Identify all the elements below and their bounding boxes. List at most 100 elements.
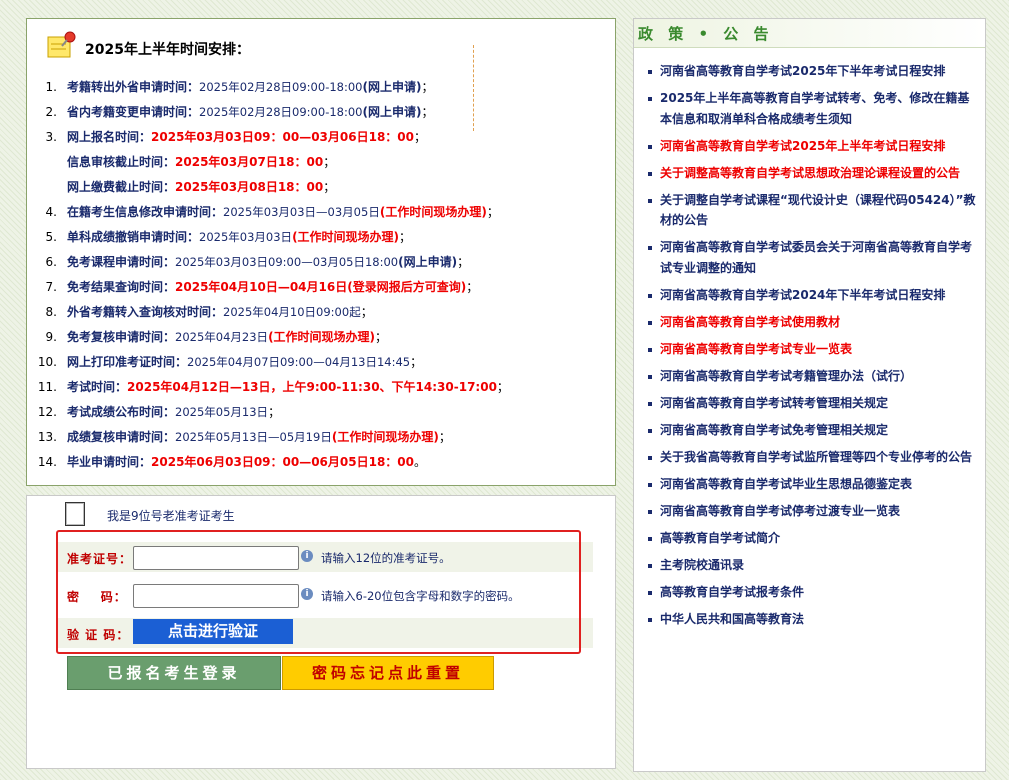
news-title: 政 策 • 公 告	[638, 25, 774, 43]
schedule-item-part: ；	[466, 280, 479, 294]
schedule-item-part: ；	[486, 205, 499, 219]
schedule-item-part: 网上打印准考证时间：	[67, 355, 188, 369]
captcha-label: 验 证 码：	[67, 628, 130, 642]
schedule-item: 8. 外省考籍转入查询核对时间：2025年04月10日09:00起；	[27, 300, 615, 325]
schedule-title: 2025年上半年时间安排：	[85, 42, 250, 58]
news-list: 河南省高等教育自学考试2025年下半年考试日程安排 2025年上半年高等教育自学考…	[646, 61, 976, 636]
news-link[interactable]: 关于我省高等教育自学考试监所管理等四个专业停考的公告	[646, 447, 976, 468]
news-link[interactable]: 河南省高等教育自学考试使用教材	[646, 312, 976, 333]
news-link[interactable]: 高等教育自学考试简介	[646, 528, 976, 549]
news-link[interactable]: 2025年上半年高等教育自学考试转考、免考、修改在籍基本信息和取消单科合格成绩考…	[646, 88, 976, 129]
schedule-item-text: 网上缴费截止时间：2025年03月08日18：00；	[67, 175, 335, 200]
schedule-item-part: (网上申请)	[362, 105, 422, 119]
schedule-item-part: 成绩复核申请时间：	[67, 430, 176, 444]
schedule-item-part: ；	[360, 305, 373, 319]
schedule-item-text: 免考复核申请时间：2025年04月23日(工作时间现场办理)；	[67, 325, 387, 350]
schedule-panel: 2025年上半年时间安排： 1. 考籍转出外省申请时间：2025年02月28日09…	[26, 18, 616, 486]
schedule-item-part: 单科成绩撤销申请时间：	[67, 230, 200, 244]
schedule-item-text: 网上报名时间：2025年03月03日09：00—03月06日18：00；	[67, 125, 426, 150]
schedule-item-part: 2025年05月13日—05月19日	[175, 430, 332, 444]
schedule-item-part: (工作时间现场办理)	[268, 330, 376, 344]
ticket-hint: 请输入12位的准考证号。	[321, 551, 451, 565]
news-link[interactable]: 河南省高等教育自学考试考籍管理办法（试行）	[646, 366, 976, 387]
info-icon: i	[301, 588, 313, 600]
schedule-item-text: 单科成绩撤销申请时间：2025年03月03日(工作时间现场办理)；	[67, 225, 411, 250]
schedule-item-part: 2025年06月03日09：00—06月05日18：00	[151, 455, 415, 469]
news-link[interactable]: 河南省高等教育自学考试毕业生思想品德鉴定表	[646, 474, 976, 495]
schedule-item-text: 信息审核截止时间：2025年03月07日18：00；	[67, 150, 335, 175]
schedule-item-text: 考籍转出外省申请时间：2025年02月28日09:00-18:00(网上申请)；	[67, 75, 433, 100]
schedule-item-part: 2025年04月23日	[175, 330, 269, 344]
schedule-item-number: 3.	[45, 130, 57, 144]
schedule-item-part: (网上申请)	[362, 80, 422, 94]
schedule-item: 10. 网上打印准考证时间：2025年04月07日09:00—04月13日14:4…	[27, 350, 615, 375]
schedule-item-part: 考籍转出外省申请时间：	[67, 80, 200, 94]
ticket-label: 准考证号：	[67, 552, 133, 566]
schedule-item: 7. 免考结果查询时间：2025年04月10日—04月16日(登录网报后方可查询)…	[27, 275, 615, 300]
schedule-item-number: 9.	[45, 330, 57, 344]
schedule-item-part: 在籍考生信息修改申请时间：	[67, 205, 224, 219]
news-link[interactable]: 河南省高等教育自学考试委员会关于河南省高等教育自学考试专业调整的通知	[646, 237, 976, 278]
schedule-item-number: 11.	[37, 380, 57, 394]
schedule-item-part: ；	[268, 405, 281, 419]
schedule-item-text: 考试成绩公布时间：2025年05月13日；	[67, 400, 280, 425]
schedule-item: 3. 网上报名时间：2025年03月03日09：00—03月06日18：00；	[27, 125, 615, 150]
schedule-item-number: 2.	[45, 105, 57, 119]
schedule-item: 5. 单科成绩撤销申请时间：2025年03月03日(工作时间现场办理)；	[27, 225, 615, 250]
schedule-item-part: 2025年04月10日—04月16日(登录网报后方可查询)	[175, 280, 467, 294]
news-header: 政 策 • 公 告	[634, 19, 985, 48]
password-input[interactable]	[133, 584, 299, 608]
verify-button[interactable]: 点击进行验证	[133, 619, 293, 644]
news-link[interactable]: 关于调整高等教育自学考试思想政治理论课程设置的公告	[646, 163, 976, 184]
news-link[interactable]: 中华人民共和国高等教育法	[646, 609, 976, 630]
schedule-item: 信息审核截止时间：2025年03月07日18：00；	[27, 150, 615, 175]
schedule-item-part: 2025年02月28日09:00-18:00	[199, 105, 363, 119]
news-link[interactable]: 关于调整自学考试课程“现代设计史（课程代码05424）”教材的公告	[646, 190, 976, 231]
password-label: 密 码：	[67, 590, 127, 604]
news-link[interactable]: 高等教育自学考试报考条件	[646, 582, 976, 603]
old-ticket-checkbox[interactable]	[65, 502, 85, 526]
news-link[interactable]: 河南省高等教育自学考试2025年上半年考试日程安排	[646, 136, 976, 157]
captcha-row: 验 证 码： 点击进行验证	[57, 618, 593, 648]
schedule-item-number: 7.	[45, 280, 57, 294]
schedule-item-part: 网上缴费截止时间：	[67, 180, 176, 194]
ticket-number-input[interactable]	[133, 546, 299, 570]
info-icon: i	[301, 550, 313, 562]
schedule-item-part: 2025年03月03日—03月05日	[223, 205, 380, 219]
schedule-item-part: ；	[323, 155, 336, 169]
schedule-item-text: 外省考籍转入查询核对时间：2025年04月10日09:00起；	[67, 300, 373, 325]
schedule-item-part: (网上申请)	[398, 255, 458, 269]
schedule-item: 14. 毕业申请时间：2025年06月03日09：00—06月05日18：00。	[27, 450, 615, 475]
schedule-item-part: 网上报名时间：	[67, 130, 152, 144]
news-link[interactable]: 河南省高等教育自学考试免考管理相关规定	[646, 420, 976, 441]
schedule-item-part: 免考复核申请时间：	[67, 330, 176, 344]
schedule-item-number: 14.	[37, 455, 57, 469]
news-link[interactable]: 河南省高等教育自学考试2025年下半年考试日程安排	[646, 61, 976, 82]
reset-password-button[interactable]: 密码忘记点此重置	[282, 656, 494, 690]
schedule-item-part: 2025年03月03日09：00—03月06日18：00	[151, 130, 415, 144]
schedule-item-part: 考试时间：	[67, 380, 128, 394]
schedule-item-part: ；	[375, 330, 388, 344]
news-link[interactable]: 河南省高等教育自学考试专业一览表	[646, 339, 976, 360]
news-link[interactable]: 河南省高等教育自学考试2024年下半年考试日程安排	[646, 285, 976, 306]
news-link[interactable]: 河南省高等教育自学考试转考管理相关规定	[646, 393, 976, 414]
schedule-header: 2025年上半年时间安排：	[47, 31, 250, 59]
registered-login-button[interactable]: 已报名考生登录	[67, 656, 281, 690]
news-link[interactable]: 主考院校通讯录	[646, 555, 976, 576]
schedule-item-part: 毕业申请时间：	[67, 455, 152, 469]
schedule-item-part: ；	[323, 180, 336, 194]
schedule-item-part: 2025年05月13日	[175, 405, 269, 419]
schedule-item-part: 免考结果查询时间：	[67, 280, 176, 294]
old-ticket-checkbox-label[interactable]: 我是9位号老准考证考生	[107, 507, 235, 524]
schedule-item-number: 13.	[37, 430, 57, 444]
schedule-item-number: 1.	[45, 80, 57, 94]
schedule-item-part: ；	[414, 130, 427, 144]
schedule-item-part: 。	[414, 455, 427, 469]
news-link[interactable]: 河南省高等教育自学考试停考过渡专业一览表	[646, 501, 976, 522]
schedule-item-part: 免考课程申请时间：	[67, 255, 176, 269]
schedule-item-text: 省内考籍变更申请时间：2025年02月28日09:00-18:00(网上申请)；	[67, 100, 433, 125]
schedule-item-number: 8.	[45, 305, 57, 319]
ticket-row: 准考证号： i 请输入12位的准考证号。	[57, 542, 593, 572]
schedule-item: 9. 免考复核申请时间：2025年04月23日(工作时间现场办理)；	[27, 325, 615, 350]
schedule-item-part: ；	[496, 380, 509, 394]
